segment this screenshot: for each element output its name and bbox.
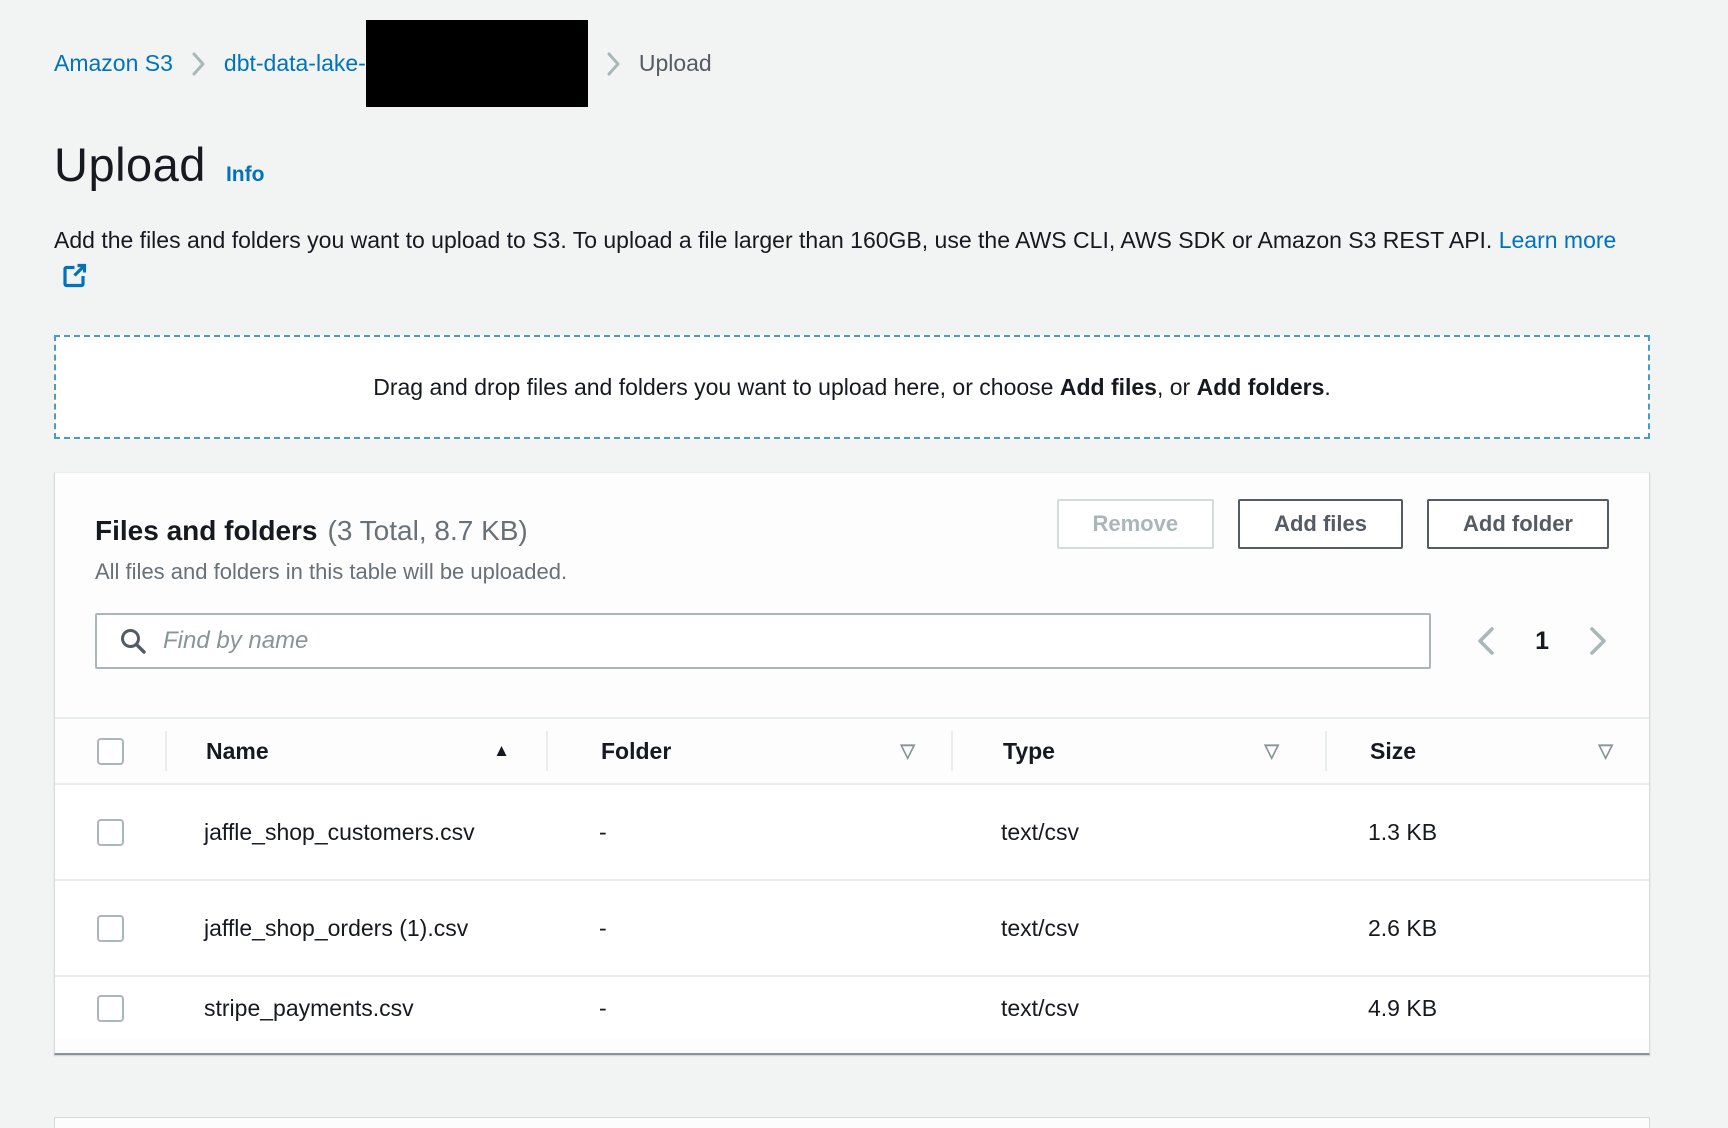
page-title: Upload [54,137,206,192]
table-row: stripe_payments.csv - text/csv 4.9 KB [55,977,1649,1039]
file-name: jaffle_shop_customers.csv [204,812,489,852]
file-size: 2.6 KB [1325,915,1649,942]
file-name: stripe_payments.csv [204,988,489,1028]
file-name: jaffle_shop_orders (1).csv [204,908,489,948]
row-checkbox[interactable] [97,819,124,846]
title-row: Upload Info [54,137,1650,192]
breadcrumb-bucket-link[interactable]: dbt-data-lake- [224,50,366,77]
panel-header: Files and folders (3 Total, 8.7 KB) All f… [55,473,1649,585]
sort-down-icon[interactable]: ▽ [900,740,915,763]
page-description: Add the files and folders you want to up… [54,222,1650,299]
panel-subtitle: All files and folders in this table will… [95,559,567,585]
column-header-folder[interactable]: Folder ▽ [546,731,951,771]
sort-down-icon[interactable]: ▽ [1264,740,1279,763]
file-type: text/csv [951,915,1325,942]
row-checkbox[interactable] [97,915,124,942]
search-input[interactable] [95,613,1431,669]
files-and-folders-panel: Files and folders (3 Total, 8.7 KB) All f… [54,472,1650,1055]
file-type: text/csv [951,995,1325,1022]
row-checkbox[interactable] [97,995,124,1022]
sort-ascending-icon[interactable]: ▲ [493,741,510,761]
next-page-button[interactable] [1587,625,1609,657]
remove-button[interactable]: Remove [1057,499,1215,549]
files-table: Name ▲ Folder ▽ Type ▽ [55,717,1649,1039]
dropzone-text: Drag and drop files and folders you want… [373,374,1331,401]
breadcrumb: Amazon S3 dbt-data-lake- Upload [54,20,1650,107]
file-folder: - [546,915,951,942]
file-type: text/csv [951,819,1325,846]
add-folder-button[interactable]: Add folder [1427,499,1609,549]
file-folder: - [546,995,951,1022]
file-folder: - [546,819,951,846]
panel-title: Files and folders [95,515,318,546]
chevron-right-icon [606,51,621,77]
table-row: jaffle_shop_orders (1).csv - text/csv 2.… [55,881,1649,977]
table-toolbar: 1 [55,613,1649,669]
select-all-checkbox[interactable] [97,738,124,765]
pagination: 1 [1475,625,1609,657]
learn-more-link[interactable]: Learn more [1499,227,1617,253]
column-header-size[interactable]: Size ▽ [1325,731,1649,771]
redaction-box [366,20,588,107]
file-size: 1.3 KB [1325,819,1649,846]
column-header-type[interactable]: Type ▽ [951,731,1325,771]
table-header-row: Name ▲ Folder ▽ Type ▽ [55,717,1649,785]
external-link-icon [62,262,88,299]
file-size: 4.9 KB [1325,995,1649,1022]
chevron-right-icon [191,51,206,77]
panel-actions: Remove Add files Add folder [1057,499,1610,549]
drag-drop-zone[interactable]: Drag and drop files and folders you want… [54,335,1650,439]
next-panel-edge [54,1117,1650,1128]
table-row: jaffle_shop_customers.csv - text/csv 1.3… [55,785,1649,881]
description-text: Add the files and folders you want to up… [54,227,1492,253]
info-link[interactable]: Info [226,163,264,187]
previous-page-button[interactable] [1475,625,1497,657]
page-number[interactable]: 1 [1535,627,1549,656]
page-content: Amazon S3 dbt-data-lake- Upload Upload I… [0,0,1728,1055]
breadcrumb-current-page: Upload [639,50,712,77]
sort-down-icon[interactable]: ▽ [1598,740,1613,763]
breadcrumb-amazon-s3-link[interactable]: Amazon S3 [54,50,173,77]
column-header-name[interactable]: Name ▲ [165,731,546,771]
panel-count-summary: (3 Total, 8.7 KB) [328,515,528,546]
add-files-button[interactable]: Add files [1238,499,1403,549]
